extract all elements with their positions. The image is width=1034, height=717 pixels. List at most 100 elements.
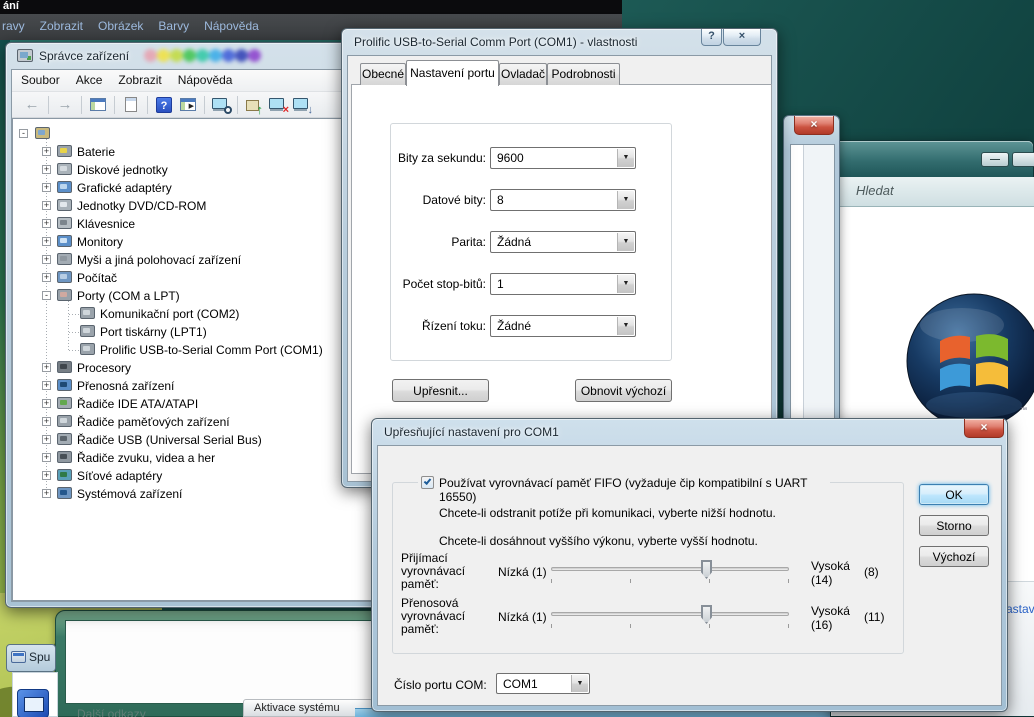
close-button[interactable]: × — [794, 116, 834, 135]
expand-toggle[interactable]: + — [42, 399, 51, 408]
update-driver-icon[interactable]: ↑ — [243, 95, 265, 115]
search-input[interactable]: Hledat — [832, 177, 1034, 207]
combo-value: 9600 — [497, 151, 524, 165]
scan-hardware-icon[interactable] — [210, 95, 232, 115]
field-combo-0[interactable]: 9600 ▼ — [490, 147, 636, 169]
paint-menu-item-3[interactable]: Barvy — [158, 14, 189, 39]
tab-0[interactable]: Obecné — [360, 63, 406, 85]
tree-item-label: Systémová zařízení — [77, 487, 182, 501]
show-console-tree-icon[interactable] — [87, 95, 109, 115]
combo-value: 1 — [497, 277, 504, 291]
field-combo-4[interactable]: Žádné▼ — [490, 315, 636, 337]
icon-detail — [60, 436, 67, 441]
ok-button[interactable]: OK — [919, 484, 989, 505]
defaults-button[interactable]: Výchozí — [919, 546, 989, 567]
tree-item-label: Počítač — [77, 271, 117, 285]
expand-toggle[interactable]: + — [42, 489, 51, 498]
hint-higher-value: Chcete-li dosáhnout vyššího výkonu, vybe… — [439, 534, 758, 548]
help-button[interactable]: ? — [701, 29, 722, 46]
expand-toggle[interactable]: + — [42, 453, 51, 462]
restore-defaults-button[interactable]: Obnovit výchozí — [575, 379, 672, 402]
tree-item-label: Port tiskárny (LPT1) — [100, 325, 207, 339]
icon-detail — [60, 274, 67, 279]
dropdown-arrow-icon[interactable]: ▼ — [617, 317, 634, 335]
fifo-checkbox[interactable] — [421, 476, 434, 489]
expand-toggle[interactable]: + — [42, 183, 51, 192]
dropdown-arrow-icon[interactable]: ▼ — [617, 275, 634, 293]
collapse-toggle[interactable]: - — [42, 291, 51, 300]
tree-connector — [69, 314, 79, 315]
tree-item-label: Řadiče IDE ATA/ATAPI — [77, 397, 198, 411]
advanced-dialog-titlebar[interactable]: Upřesňující nastavení pro COM1 × — [372, 419, 1007, 445]
advanced-button[interactable]: Upřesnit... — [392, 379, 489, 402]
close-button[interactable]: × — [964, 419, 1004, 438]
dropdown-arrow-icon[interactable]: ▼ — [571, 675, 588, 692]
close-button[interactable]: × — [723, 29, 761, 46]
expand-toggle[interactable]: + — [42, 417, 51, 426]
help-icon[interactable]: ? — [153, 95, 175, 115]
expand-toggle[interactable]: + — [42, 255, 51, 264]
slider-min-label: Nízká (1) — [498, 565, 547, 579]
combo-value: COM1 — [503, 677, 538, 691]
field-combo-1[interactable]: 8▼ — [490, 189, 636, 211]
collapse-toggle[interactable]: - — [19, 129, 28, 138]
expand-toggle[interactable]: + — [42, 201, 51, 210]
monitor-icon — [57, 235, 72, 247]
icon-detail — [38, 130, 45, 135]
expand-toggle[interactable]: + — [42, 363, 51, 372]
fifo-checkbox-row[interactable]: Používat vyrovnávací paměť FIFO (vyžaduj… — [418, 475, 830, 492]
tab-2[interactable]: Ovladač — [499, 63, 547, 85]
paint-menu-item-2[interactable]: Obrázek — [98, 14, 143, 39]
expand-toggle[interactable]: + — [42, 381, 51, 390]
properties-icon[interactable] — [120, 95, 142, 115]
receive-buffer-slider-track[interactable] — [551, 567, 789, 571]
disable-icon[interactable]: ↓ — [291, 95, 313, 115]
run-dialog-fragment[interactable]: Spu — [6, 644, 56, 672]
toolbar-separator — [114, 96, 115, 114]
dropdown-arrow-icon[interactable]: ▼ — [617, 149, 634, 167]
field-combo-2[interactable]: Žádná▼ — [490, 231, 636, 253]
expand-toggle[interactable]: + — [42, 273, 51, 282]
transmit-buffer-slider-track[interactable] — [551, 612, 789, 616]
tree-item-label: Síťové adaptéry — [77, 469, 162, 483]
expand-toggle[interactable]: + — [42, 165, 51, 174]
forward-icon[interactable]: → — [54, 95, 76, 115]
paint-menu-item-1[interactable]: Zobrazit — [40, 14, 83, 39]
icon-detail — [60, 364, 67, 369]
properties-dialog-titlebar[interactable]: Prolific USB-to-Serial Comm Port (COM1) … — [342, 29, 777, 55]
link-fragment[interactable]: astav — [1006, 602, 1034, 616]
uninstall-icon[interactable]: × — [267, 95, 289, 115]
tab-3[interactable]: Podrobnosti — [547, 63, 620, 85]
paint-window-titlebar[interactable]: ání — [0, 0, 622, 14]
expand-toggle[interactable]: + — [42, 435, 51, 444]
minimize-button[interactable]: — — [981, 152, 1009, 167]
action-pane-icon[interactable]: ▶ — [177, 95, 199, 115]
com-port-select[interactable]: COM1 ▼ — [496, 673, 590, 694]
expand-toggle[interactable]: + — [42, 219, 51, 228]
dropdown-arrow-icon[interactable]: ▼ — [617, 233, 634, 251]
cancel-button[interactable]: Storno — [919, 515, 989, 536]
maximize-button[interactable] — [1012, 152, 1034, 167]
tree-item-label: Prolific USB-to-Serial Comm Port (COM1) — [100, 343, 323, 357]
dropdown-arrow-icon[interactable]: ▼ — [617, 191, 634, 209]
fifo-checkbox-label: Používat vyrovnávací paměť FIFO (vyžaduj… — [439, 476, 830, 504]
tab-1-active[interactable]: Nastavení portu — [406, 60, 499, 86]
expand-toggle[interactable]: + — [42, 471, 51, 480]
expand-toggle[interactable]: + — [42, 147, 51, 156]
icon-detail — [60, 472, 67, 477]
palette-dot-0 — [144, 49, 157, 62]
dm-menu-item-2[interactable]: Zobrazit — [118, 70, 161, 91]
icon-detail — [83, 310, 90, 315]
explorer-titlebar[interactable]: — — [831, 141, 1033, 177]
computer-icon — [57, 271, 72, 283]
back-icon[interactable]: ← — [21, 95, 43, 115]
expand-toggle[interactable]: + — [42, 237, 51, 246]
dm-menu-item-0[interactable]: Soubor — [21, 70, 60, 91]
dm-menu-item-3[interactable]: Nápověda — [178, 70, 233, 91]
paint-menu-item-4[interactable]: Nápověda — [204, 14, 259, 39]
icon-detail — [60, 238, 67, 243]
field-combo-3[interactable]: 1▼ — [490, 273, 636, 295]
paint-menu-item-0[interactable]: ravy — [2, 14, 25, 39]
activation-links-fragment[interactable]: Další odkazy — [77, 707, 146, 717]
dm-menu-item-1[interactable]: Akce — [76, 70, 103, 91]
